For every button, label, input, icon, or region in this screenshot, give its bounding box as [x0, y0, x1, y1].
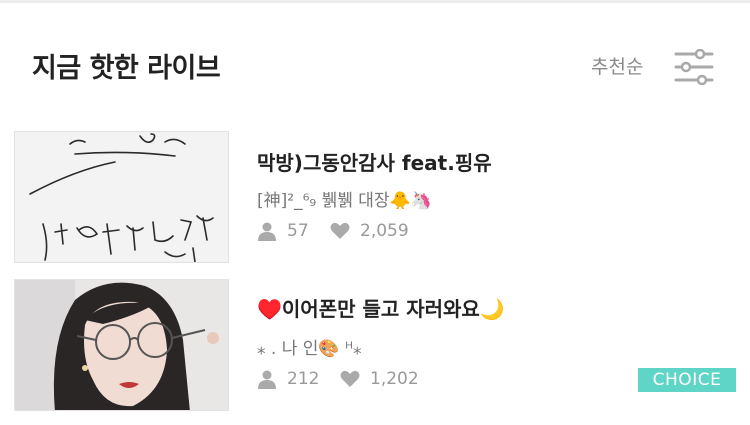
live-title: 막방)그동안감사 feat.핑유: [257, 151, 492, 175]
person-icon: [258, 370, 276, 389]
viewer-count: 57: [257, 221, 309, 241]
viewer-count: 212: [257, 369, 319, 389]
live-list-item[interactable]: ♥️이어폰만 들고 자러와요🌙 ⁎ . 나 인🎨 ᴴ⁎ 212 1,202 CH…: [0, 279, 750, 413]
like-count: 1,202: [340, 369, 419, 389]
top-divider: [0, 0, 750, 3]
viewer-count-value: 212: [287, 369, 320, 389]
host-name: ⁎ . 나 인🎨 ᴴ⁎: [257, 339, 362, 359]
choice-badge: CHOICE: [638, 368, 736, 392]
live-list-item[interactable]: 막방)그동안감사 feat.핑유 [神]²_⁶₉ 뷁뷁 대장🐥🦄 57 2,05…: [0, 131, 750, 265]
person-icon: [258, 222, 276, 241]
like-count: 2,059: [330, 221, 409, 241]
viewer-count-value: 57: [287, 221, 309, 241]
sort-dropdown[interactable]: 추천순: [591, 52, 643, 79]
host-name: [神]²_⁶₉ 뷁뷁 대장🐥🦄: [257, 191, 432, 211]
like-count-value: 1,202: [370, 369, 419, 389]
heart-icon: [330, 222, 350, 239]
live-thumbnail[interactable]: [14, 279, 229, 411]
section-title: 지금 핫한 라이브: [32, 53, 221, 84]
sliders-icon[interactable]: [674, 48, 714, 86]
heart-icon: [340, 370, 360, 387]
like-count-value: 2,059: [360, 221, 409, 241]
live-thumbnail[interactable]: [14, 131, 229, 263]
live-title: ♥️이어폰만 들고 자러와요🌙: [257, 297, 505, 321]
